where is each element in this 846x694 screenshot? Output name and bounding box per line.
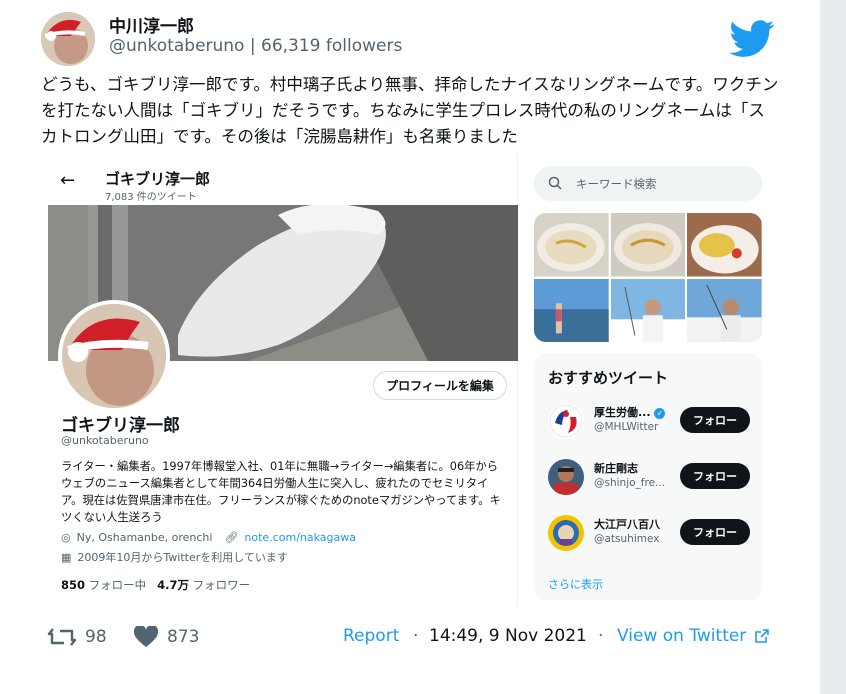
search-icon [548,176,562,190]
media-thumb-ramen-2 [610,213,686,277]
profile-link: note.com/nakagawa [244,531,356,544]
profile-location: Ny, Oshamanbe, orenchi [76,531,213,544]
follow-button: フォロー [680,519,750,545]
profile-joined: 2009年10月からTwitterを利用しています [77,551,288,564]
show-more-link: さらに表示 [548,578,603,591]
recommend-name: 大江戸八百八 [594,518,660,531]
media-thumb-fishing-2 [687,278,762,342]
edit-profile-button: プロフィールを編集 [373,371,507,400]
following-count: 850 [61,578,86,592]
recommend-handle: @MHLWitter [594,421,659,433]
link-icon: 🔗︎ [224,531,239,544]
scrollbar[interactable] [820,0,846,694]
tweet-text: どうも、ゴキブリ淳一郎です。村中璃子氏より無事、拝命したナイスなリングネームです… [41,75,779,146]
media-thumb-ramen-1 [534,213,609,277]
profile-meta-row: ◎ Ny, Oshamanbe, orenchi 🔗︎ note.com/nak… [61,531,356,544]
profile-topbar-name: ゴキブリ淳一郎 [105,170,211,188]
recommend-avatar [548,515,584,551]
location-pin-icon: ◎ [61,531,71,544]
profile-panel: ← ゴキブリ淳一郎 7,083 件のツイート プロフィールを編集 ゴキブリ淳一郎… [48,154,518,606]
recommend-title: おすすめツイート [548,369,669,387]
heart-icon [133,626,159,647]
profile-handle: @unkotaberuno [61,434,149,447]
profile-tweet-count: 7,083 件のツイート [105,192,197,203]
tweet-timestamp[interactable]: 14:49, 9 Nov 2021 [429,626,587,646]
follower-count: 66,319 followers [261,36,403,56]
profile-joined-row: ▦ 2009年10月からTwitterを利用しています [61,549,288,565]
profile-name: ゴキブリ淳一郎 [61,416,180,436]
like-count: 873 [167,627,200,647]
verified-badge-icon: ✓ [654,408,666,419]
recommend-item: 厚生労働... ✓ @MHLWitter フォロー [548,401,753,441]
tweet-footer: 98 873 Report · 14:49, 9 Nov 2021 · View… [41,622,781,652]
tweet-attached-image[interactable]: ← ゴキブリ淳一郎 7,083 件のツイート プロフィールを編集 ゴキブリ淳一郎… [41,154,771,606]
retweet-count: 98 [85,627,107,647]
view-on-twitter-link[interactable]: View on Twitter [617,626,770,646]
following-label: フォロー中 [88,578,147,592]
calendar-icon: ▦ [61,550,72,564]
recommend-handle: @shinjo_fre... [594,477,666,489]
separator-dot: · [598,626,604,646]
media-thumb-harbor [534,278,609,342]
search-placeholder: キーワード検索 [576,177,657,191]
recommend-avatar [548,403,584,439]
media-thumb-dish [687,213,762,277]
profile-bio: ライター・編集者。1997年博報堂入社、01年に無職→ライター→編集者に。06年… [61,460,501,524]
profile-topbar: ← ゴキブリ淳一郎 7,083 件のツイート [48,154,518,204]
profile-avatar [58,300,170,412]
recommend-item: 大江戸八百八 @atsuhimex フォロー [548,513,753,553]
media-thumb-fishing-1 [610,278,686,342]
recommend-name: 厚生労働... ✓ [594,404,666,420]
followers-count: 4.7万 [157,578,190,592]
author-name[interactable]: 中川淳一郎 [109,12,194,37]
recommend-handle: @atsuhimex [594,533,660,545]
separator-dot: · [413,626,419,646]
recommend-panel: おすすめツイート 厚生労働... ✓ @MHLWitter フォロー 新庄剛志 … [534,354,762,600]
retweet-icon [47,628,77,646]
back-arrow-icon: ← [60,170,76,191]
retweet-action[interactable]: 98 [47,626,107,648]
meta-separator: | [244,36,262,56]
like-action[interactable]: 873 [133,626,199,648]
media-grid [534,213,762,342]
twitter-bird-icon[interactable] [729,20,775,58]
followers-label: フォロワー [192,578,251,592]
recommend-name: 新庄剛志 [594,462,638,475]
author-avatar[interactable] [41,12,95,66]
recommend-item: 新庄剛志 @shinjo_fre... フォロー [548,457,753,497]
search-input: キーワード検索 [534,166,762,201]
author-meta: @unkotaberuno | 66,319 followers [109,36,402,56]
report-link[interactable]: Report [343,626,399,646]
follow-button: フォロー [680,407,750,433]
author-handle[interactable]: @unkotaberuno [109,36,244,56]
follow-button: フォロー [680,463,750,489]
profile-follow-stats: 850 フォロー中 4.7万 フォロワー [61,577,250,593]
tweet-header: 中川淳一郎 @unkotaberuno | 66,319 followers [41,12,781,68]
recommend-avatar [548,459,584,495]
external-link-icon [755,629,770,643]
